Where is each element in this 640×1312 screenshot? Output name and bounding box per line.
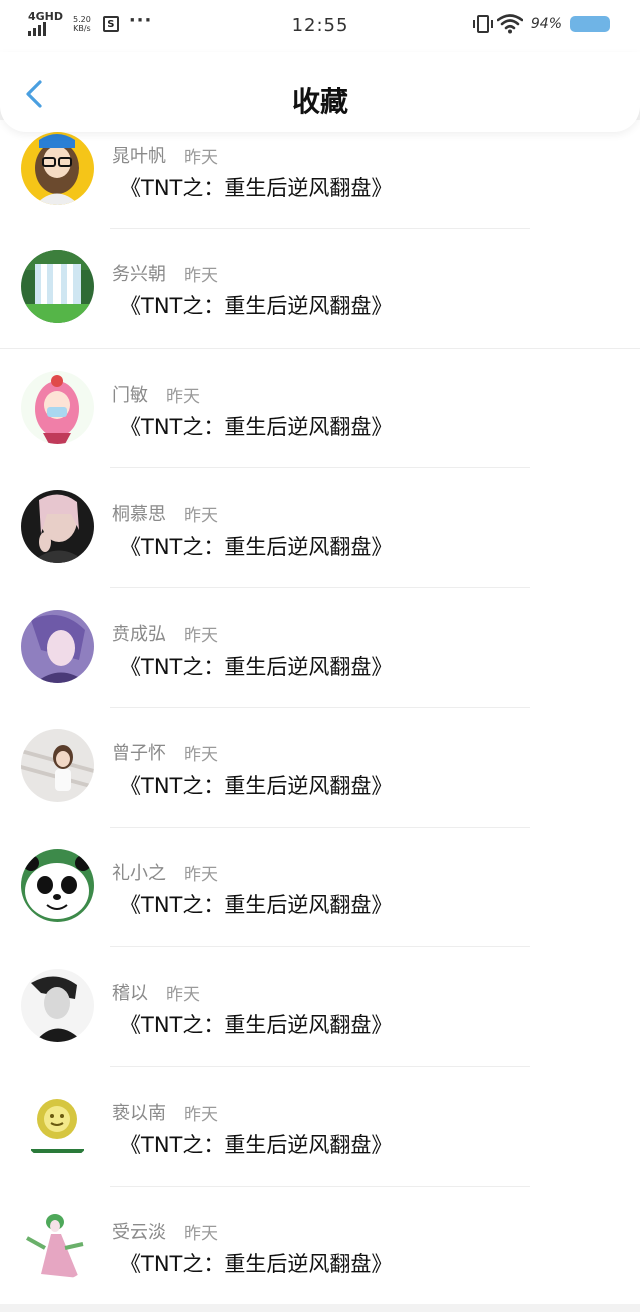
author-name: 亵以南 [112, 1103, 166, 1124]
list-item[interactable]: 门敏 昨天 《TNT之：重生后逆风翻盘》 [0, 360, 640, 480]
book-title: 《TNT之：重生后逆风翻盘》 [120, 655, 393, 679]
book-title: 《TNT之：重生后逆风翻盘》 [120, 774, 393, 798]
status-bar: 4GHD 5.20 KB/s S ··· 12:55 94% [0, 0, 640, 52]
author-name: 稽以 [112, 983, 148, 1004]
divider [110, 946, 530, 947]
avatar [21, 1208, 94, 1281]
list-item[interactable]: 亵以南 昨天 《TNT之：重生后逆风翻盘》 [0, 1080, 640, 1200]
list-item[interactable]: 曾子怀 昨天 《TNT之：重生后逆风翻盘》 [0, 720, 640, 840]
status-right: 94% [472, 14, 610, 34]
book-title: 《TNT之：重生后逆风翻盘》 [120, 294, 393, 318]
divider [110, 827, 530, 828]
wifi-icon [496, 14, 523, 34]
avatar [21, 1089, 94, 1162]
avatar [21, 490, 94, 563]
author-name: 贲成弘 [112, 624, 166, 645]
timestamp: 昨天 [184, 744, 218, 765]
avatar [21, 371, 94, 444]
battery-percent: 94% [530, 16, 562, 32]
book-title: 《TNT之：重生后逆风翻盘》 [120, 535, 393, 559]
vibrate-icon [472, 15, 493, 33]
divider [110, 467, 530, 468]
divider [110, 1186, 530, 1187]
list-item[interactable]: 稽以 昨天 《TNT之：重生后逆风翻盘》 [0, 960, 640, 1080]
timestamp: 昨天 [166, 984, 200, 1005]
avatar [21, 729, 94, 802]
timestamp: 昨天 [184, 1104, 218, 1125]
book-title: 《TNT之：重生后逆风翻盘》 [120, 415, 393, 439]
list-item[interactable]: 贲成弘 昨天 《TNT之：重生后逆风翻盘》 [0, 600, 640, 720]
author-name: 桐慕思 [112, 504, 166, 525]
author-name: 门敏 [112, 385, 148, 406]
list-item[interactable]: 桐慕思 昨天 《TNT之：重生后逆风翻盘》 [0, 480, 640, 600]
book-title: 《TNT之：重生后逆风翻盘》 [120, 1252, 393, 1276]
book-title: 《TNT之：重生后逆风翻盘》 [120, 1013, 393, 1037]
page-title: 收藏 [291, 85, 348, 118]
timestamp: 昨天 [184, 265, 218, 286]
avatar [21, 969, 94, 1042]
timestamp: 昨天 [166, 386, 200, 407]
author-name: 曾子怀 [112, 743, 166, 764]
list-item[interactable]: 礼小之 昨天 《TNT之：重生后逆风翻盘》 [0, 840, 640, 960]
battery-icon [570, 16, 610, 32]
nav-bar: 收藏 [0, 52, 640, 132]
book-title: 《TNT之：重生后逆风翻盘》 [120, 176, 393, 200]
list-item[interactable]: 务兴朝 昨天 《TNT之：重生后逆风翻盘》 [0, 240, 640, 360]
favorites-list: 晁叶帆 昨天 《TNT之：重生后逆风翻盘》 务兴朝 昨天 《TNT之：重生后逆风… [0, 120, 640, 1304]
timestamp: 昨天 [184, 864, 218, 885]
avatar [21, 849, 94, 922]
divider [110, 587, 530, 588]
avatar [21, 610, 94, 683]
book-title: 《TNT之：重生后逆风翻盘》 [120, 1133, 393, 1157]
avatar [21, 250, 94, 323]
author-name: 受云淡 [112, 1222, 166, 1243]
divider [110, 228, 530, 229]
book-title: 《TNT之：重生后逆风翻盘》 [120, 893, 393, 917]
list-item[interactable]: 晁叶帆 昨天 《TNT之：重生后逆风翻盘》 [0, 120, 640, 240]
author-name: 晁叶帆 [112, 146, 166, 167]
avatar [21, 132, 94, 205]
divider [110, 1066, 530, 1067]
divider [110, 707, 530, 708]
timestamp: 昨天 [184, 625, 218, 646]
bottom-edge [0, 1304, 640, 1312]
author-name: 务兴朝 [112, 264, 166, 285]
timestamp: 昨天 [184, 147, 218, 168]
author-name: 礼小之 [112, 863, 166, 884]
list-item[interactable]: 受云淡 昨天 《TNT之：重生后逆风翻盘》 [0, 1200, 640, 1304]
timestamp: 昨天 [184, 505, 218, 526]
divider [0, 348, 640, 349]
timestamp: 昨天 [184, 1223, 218, 1244]
